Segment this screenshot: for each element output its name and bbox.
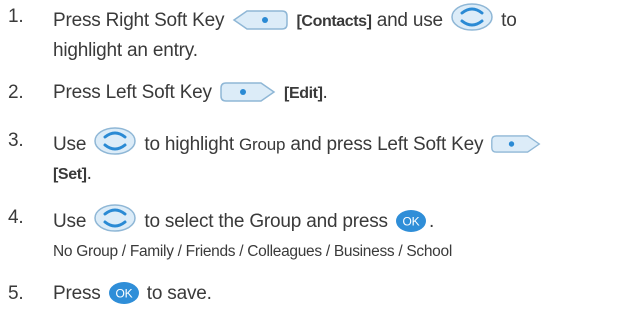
ok-key-icon: OK <box>108 282 139 304</box>
ok-key-label: OK <box>115 287 132 301</box>
step-number: 3. <box>8 130 24 151</box>
step-text: Press <box>53 283 101 304</box>
ok-key-label: OK <box>402 215 419 229</box>
step-text: Use <box>53 134 87 155</box>
step-number: 1. <box>8 6 24 27</box>
navigation-key-icon <box>94 127 137 155</box>
step-text: and use <box>376 10 443 31</box>
step-number: 2. <box>8 82 24 103</box>
ok-key-icon: OK <box>395 210 426 232</box>
right-soft-key-icon <box>233 10 289 30</box>
step-text: . <box>428 211 435 232</box>
step-number: 5. <box>8 283 24 304</box>
step-text: and press Left Soft Key <box>290 134 484 155</box>
step-text: Use <box>53 211 87 232</box>
step-text: to highlight <box>144 134 234 155</box>
group-options: No Group / Family / Friends / Colleagues… <box>53 243 452 260</box>
step-text: Press Left Soft Key <box>53 82 212 103</box>
step-text: highlight an entry. <box>53 40 198 61</box>
step-text: . <box>322 82 328 103</box>
step-number: 4. <box>8 207 24 228</box>
softkey-label: [Edit] <box>284 85 323 102</box>
softkey-label: [Contacts] <box>296 13 372 30</box>
navigation-key-icon <box>451 3 493 31</box>
step-text: Press Right Soft Key <box>53 10 225 31</box>
softkey-label: [Set] <box>53 166 87 183</box>
step-text: . <box>86 163 92 184</box>
left-soft-key-icon <box>491 135 541 153</box>
step-text: to <box>501 10 517 31</box>
left-soft-key-icon <box>220 82 276 102</box>
step-text: to select the Group and press <box>144 211 388 232</box>
navigation-key-icon <box>94 204 137 232</box>
step-text: to save. <box>146 283 212 304</box>
menu-option-label: Group <box>239 135 286 154</box>
